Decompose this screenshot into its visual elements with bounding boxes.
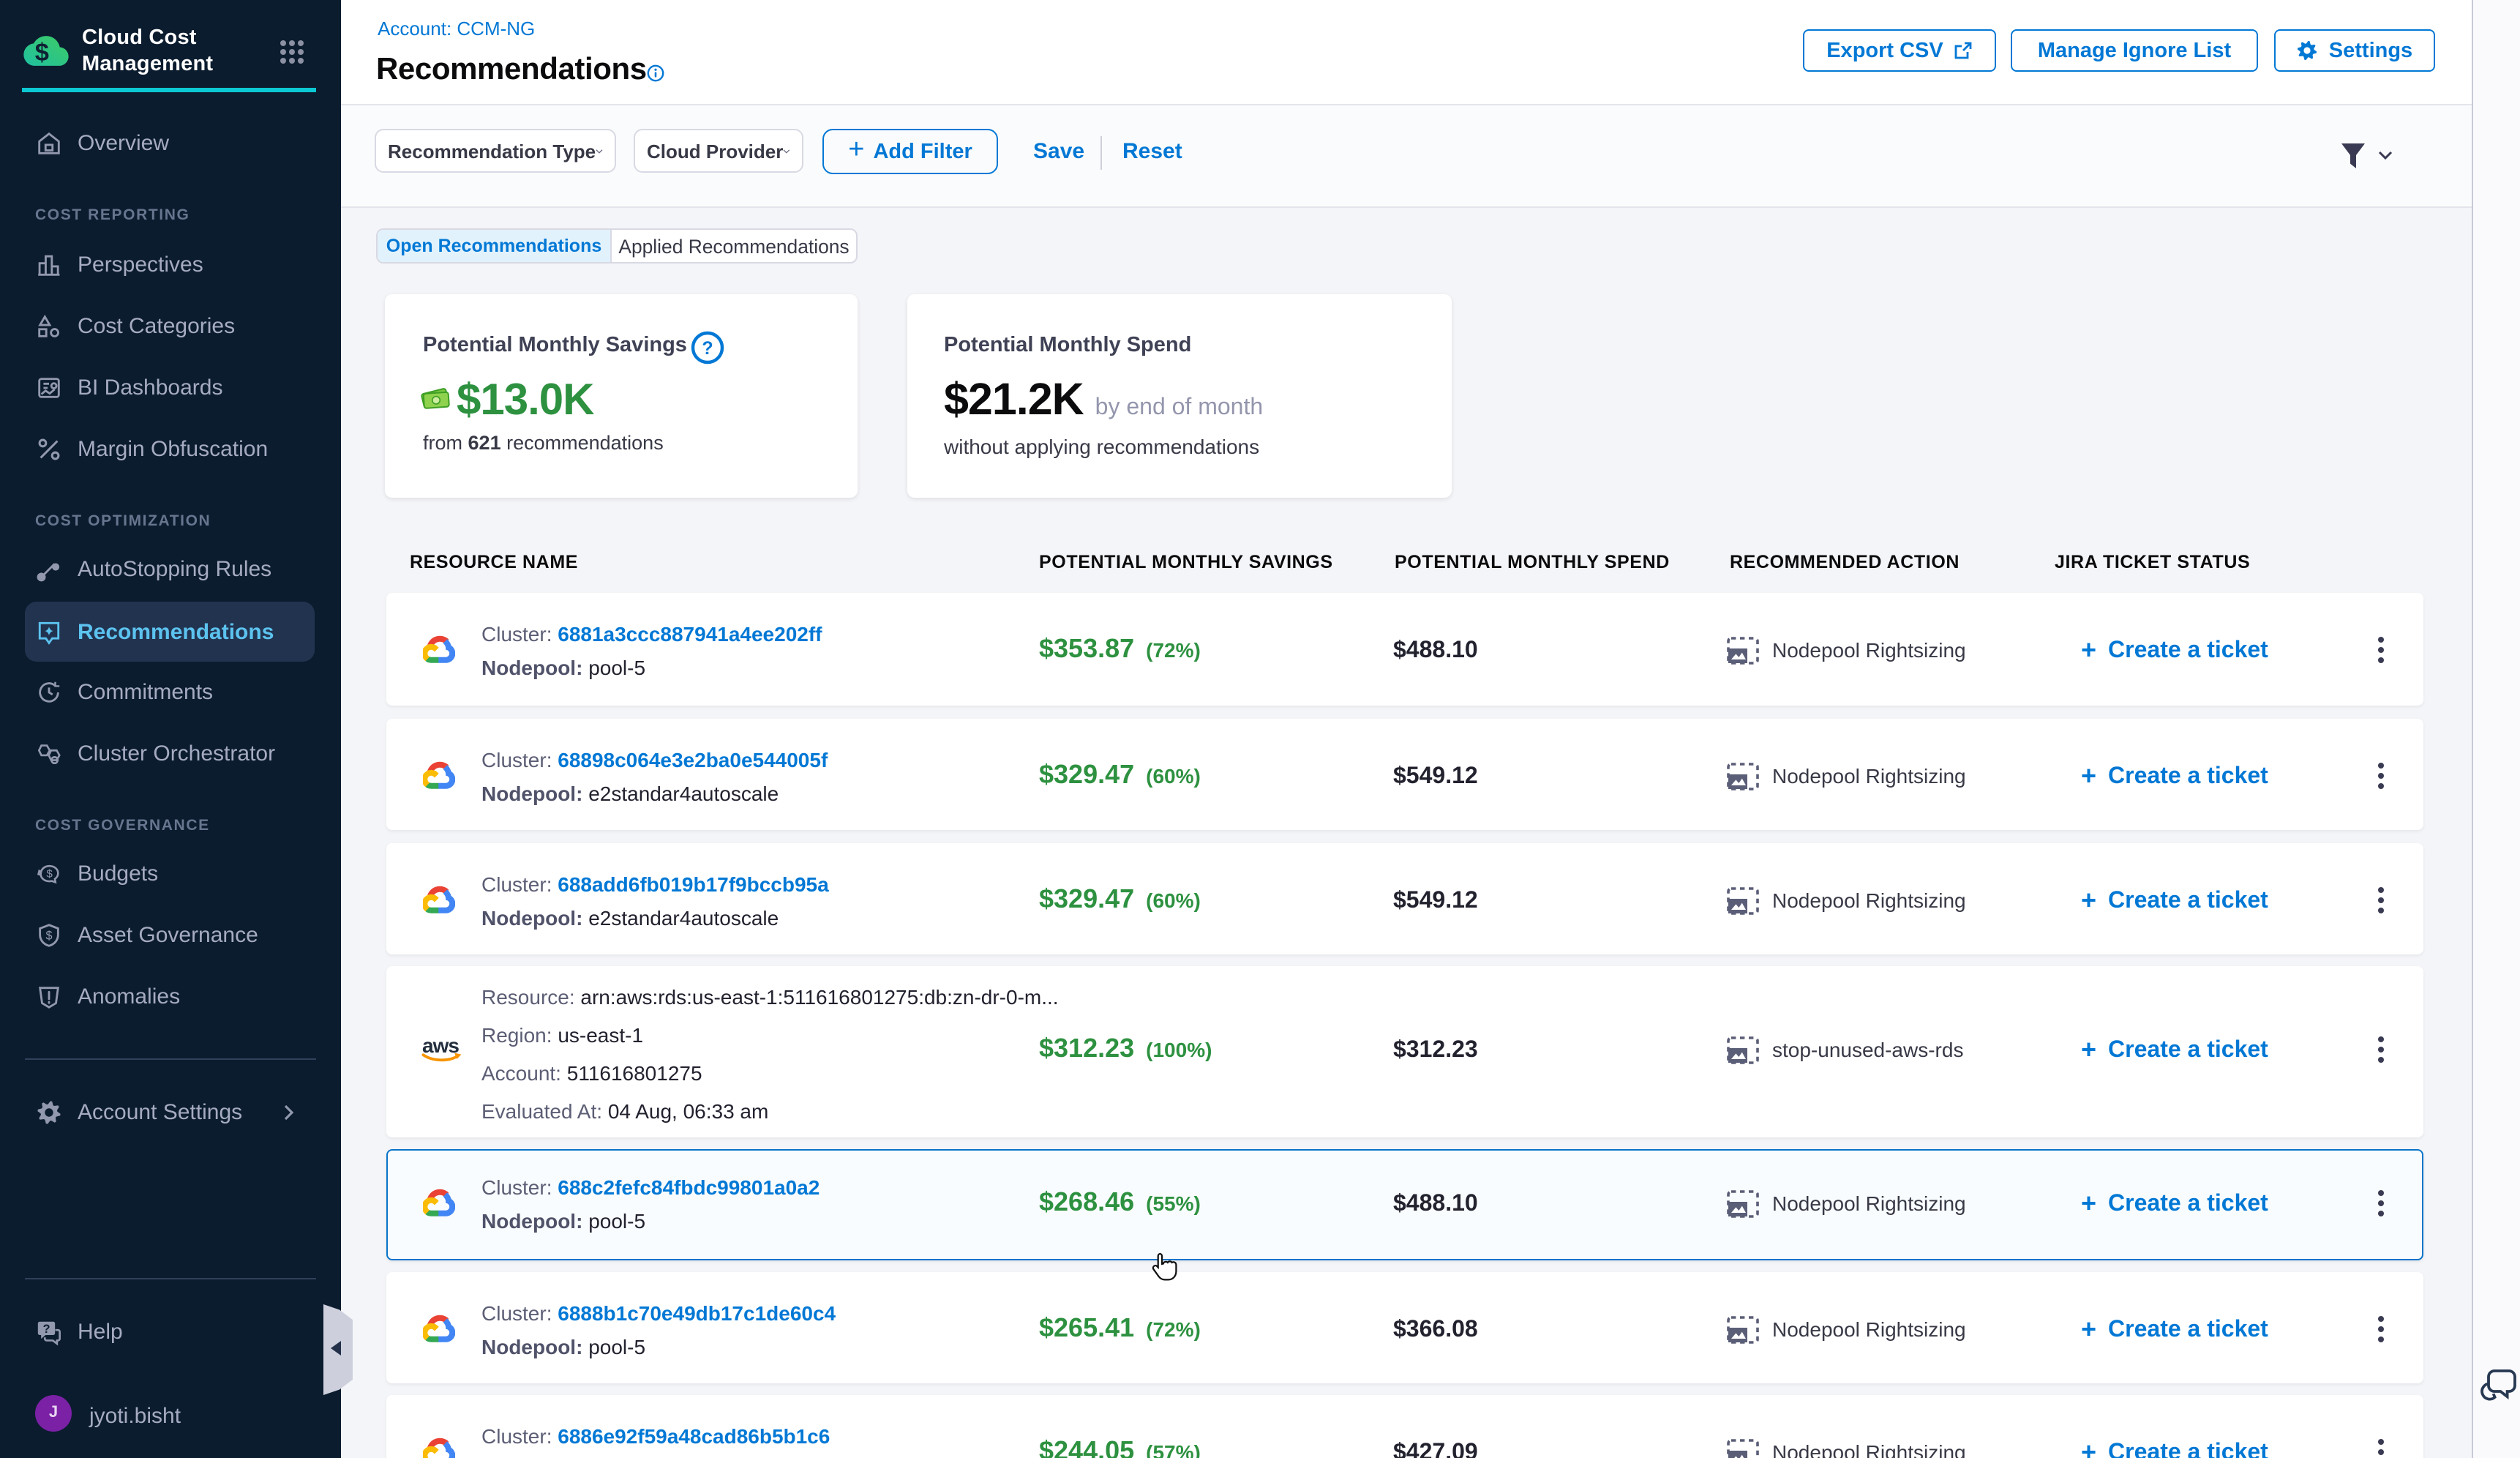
svg-text:$: $ [46, 929, 53, 942]
svg-text:$: $ [35, 39, 49, 67]
svg-text:?: ? [702, 338, 713, 359]
svg-text:$: $ [46, 867, 53, 880]
svg-text:aws: aws [422, 1036, 459, 1056]
svg-text:?: ? [43, 1323, 50, 1336]
